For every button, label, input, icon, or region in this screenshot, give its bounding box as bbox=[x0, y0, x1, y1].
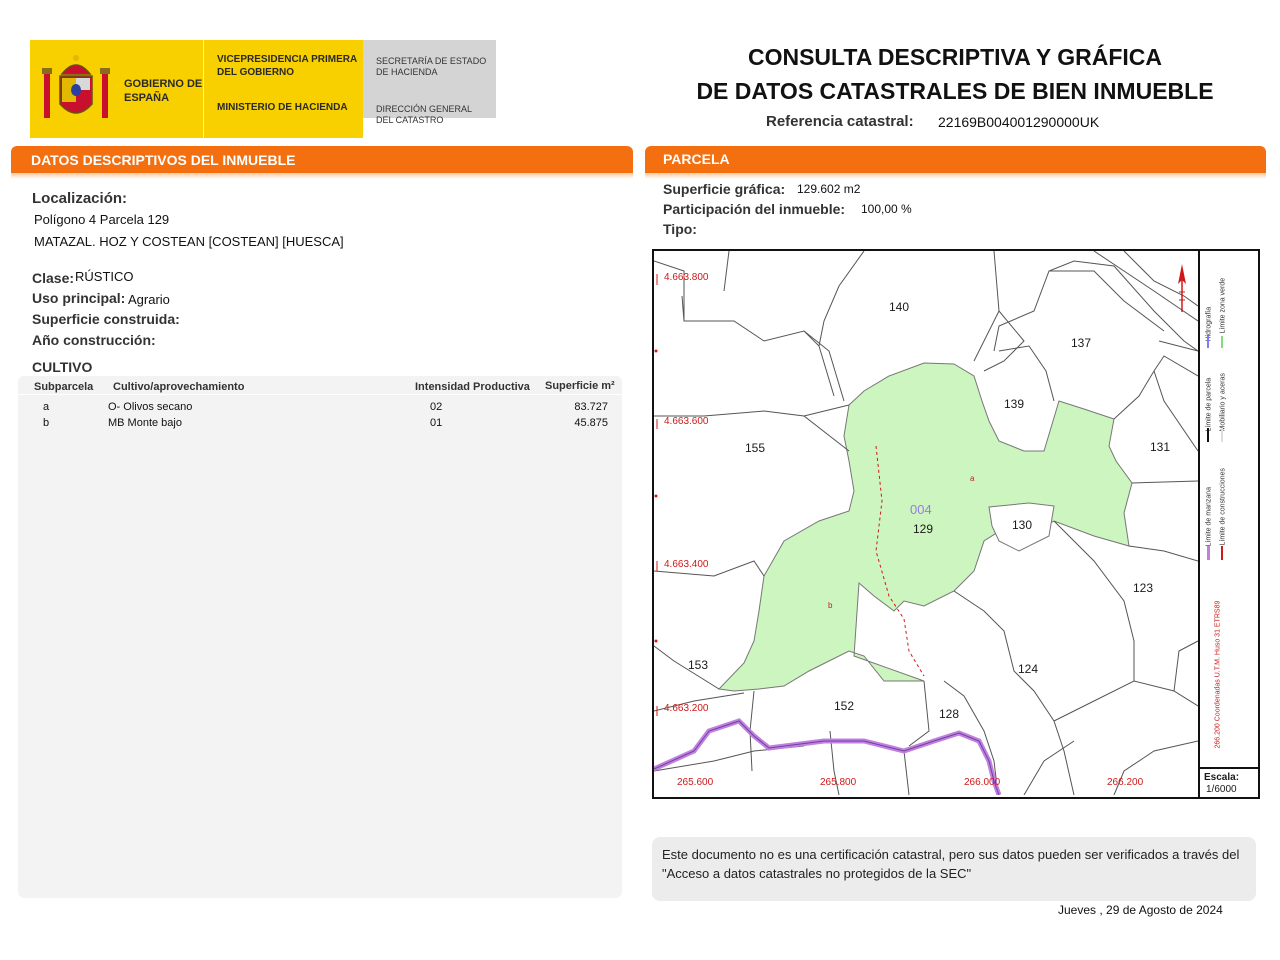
cultivo-header-divider bbox=[18, 394, 622, 395]
legend-hidrografia: Hidrografía bbox=[1205, 306, 1213, 342]
localizacion-line-2: MATAZAL. HOZ Y COSTEAN [COSTEAN] [HUESCA… bbox=[34, 234, 344, 249]
legend-zona-verde: Límite zona verde bbox=[1219, 277, 1227, 334]
descriptivos-title: DATOS DESCRIPTIVOS DEL INMUEBLE bbox=[31, 152, 296, 168]
coat-of-arms-icon bbox=[42, 55, 110, 118]
col-header-intensidad: Intensidad Productiva bbox=[415, 381, 530, 393]
cell-intensidad: 02 bbox=[430, 401, 443, 413]
ano-construccion-label: Año construcción: bbox=[32, 332, 156, 348]
poligono-label: 004 bbox=[910, 502, 932, 517]
title-line-1: CONSULTA DESCRIPTIVA Y GRÁFICA bbox=[747, 44, 1163, 70]
subparcel-b-label: b bbox=[828, 601, 833, 610]
cell-subparcela: b bbox=[43, 417, 50, 429]
map-legend: Hidrografía Límite de parcela Límite de … bbox=[1203, 256, 1255, 752]
cell-cultivo: MB Monte bajo bbox=[108, 417, 182, 429]
localizacion-line-1: Polígono 4 Parcela 129 bbox=[34, 212, 170, 227]
coord-y-3: 4.663.400 bbox=[664, 559, 709, 570]
localizacion-label: Localización: bbox=[32, 190, 128, 207]
cell-cultivo: O- Olivos secano bbox=[108, 401, 193, 413]
superficie-construida-label: Superficie construida: bbox=[32, 311, 180, 327]
parcel-label-124: 124 bbox=[1018, 662, 1039, 676]
direccion-label: DIRECCIÓN GENERAL DEL CATASTRO bbox=[376, 104, 472, 125]
clase-value: RÚSTICO bbox=[75, 269, 134, 284]
coord-y-2: 4.663.600 bbox=[664, 416, 709, 427]
ministerio-label: MINISTERIO DE HACIENDA bbox=[217, 102, 348, 113]
parcel-label-123: 123 bbox=[1133, 581, 1154, 595]
cell-intensidad: 01 bbox=[430, 417, 443, 429]
table-row: a O- Olivos secano 02 83.727 bbox=[18, 400, 622, 416]
parcela-header-shadow bbox=[645, 173, 1266, 179]
legend-mobiliario: Mobiliario y aceras bbox=[1219, 373, 1227, 432]
legend-coordenadas: 266.200 Coordenadas U.T.M. Huso 31 ETRS8… bbox=[1214, 600, 1222, 749]
legend-col-1: Hidrografía Límite de parcela Límite de … bbox=[1203, 256, 1215, 752]
parcel-label-137: 137 bbox=[1071, 336, 1092, 350]
uso-label: Uso principal: bbox=[32, 290, 126, 306]
legend-limite-manzana: Límite de manzana bbox=[1205, 486, 1213, 547]
gobierno-label: GOBIERNO DE ESPAÑA bbox=[124, 78, 203, 104]
legend-limite-parcela: Límite de parcela bbox=[1205, 377, 1213, 432]
participacion-label: Participación del inmueble: bbox=[663, 201, 846, 217]
parcel-label-155: 155 bbox=[745, 441, 766, 455]
parcel-label-153: 153 bbox=[688, 658, 709, 672]
disclaimer-text: Este documento no es una certificación c… bbox=[662, 847, 1240, 881]
parcel-label-152: 152 bbox=[834, 699, 855, 713]
parcel-label-140: 140 bbox=[889, 300, 910, 314]
legend-zona-verde-swatch bbox=[1221, 336, 1223, 348]
scale-label: Escala: bbox=[1204, 772, 1240, 783]
coord-x-1: 265.600 bbox=[677, 777, 714, 788]
vicepresidencia-label: VICEPRESIDENCIA PRIMERA DEL GOBIERNO bbox=[217, 54, 357, 78]
parcela-title: PARCELA bbox=[663, 151, 730, 167]
cell-subparcela: a bbox=[43, 401, 50, 413]
coord-y-1: 4.663.800 bbox=[664, 272, 709, 283]
cultivo-table bbox=[18, 376, 622, 898]
cultivo-title: CULTIVO bbox=[32, 359, 93, 375]
col-header-subparcela: Subparcela bbox=[34, 381, 94, 393]
subparcel-a-label: a bbox=[970, 474, 975, 483]
document-date: Jueves , 29 de Agosto de 2024 bbox=[1058, 903, 1223, 917]
parcela-header: PARCELA bbox=[645, 146, 1266, 173]
legend-manzana-swatch bbox=[1207, 546, 1210, 560]
legend-hidrografia-swatch bbox=[1207, 336, 1209, 348]
north-arrow-icon bbox=[1178, 264, 1186, 312]
superficie-grafica-value: 129.602 m2 bbox=[797, 182, 861, 196]
col-header-superficie: Superficie m² bbox=[545, 380, 615, 392]
tipo-label: Tipo: bbox=[663, 221, 697, 237]
legend-limite-construcciones: Límite de construcciones bbox=[1219, 468, 1227, 546]
coord-x-3: 266.000 bbox=[964, 777, 1001, 788]
coord-x-4: 266.200 bbox=[1107, 777, 1144, 788]
legend-mobiliario-swatch bbox=[1221, 428, 1223, 442]
legend-parcela-swatch bbox=[1207, 428, 1209, 442]
cell-superficie: 45.875 bbox=[574, 417, 608, 429]
title-line-2: DE DATOS CATASTRALES DE BIEN INMUEBLE bbox=[696, 78, 1214, 104]
col-header-cultivo: Cultivo/aprovechamiento bbox=[113, 381, 245, 393]
edge-dots bbox=[654, 349, 658, 643]
parcel-label-139: 139 bbox=[1004, 397, 1025, 411]
table-row: b MB Monte bajo 01 45.875 bbox=[18, 416, 622, 432]
parcel-label-130: 130 bbox=[1012, 518, 1033, 532]
descriptivos-header: DATOS DESCRIPTIVOS DEL INMUEBLE bbox=[11, 146, 633, 173]
page-title: CONSULTA DESCRIPTIVA Y GRÁFICA DE DATOS … bbox=[650, 40, 1260, 108]
scale-value: 1/6000 bbox=[1206, 784, 1237, 795]
legend-construcciones-swatch bbox=[1221, 546, 1223, 560]
cell-superficie: 83.727 bbox=[574, 401, 608, 413]
coord-y-4: 4.663.200 bbox=[664, 703, 709, 714]
ref-catastral-label: Referencia catastral: bbox=[766, 113, 914, 130]
participacion-value: 100,00 % bbox=[861, 202, 912, 216]
parcel-label-128: 128 bbox=[939, 707, 960, 721]
uso-value: Agrario bbox=[128, 292, 170, 307]
coord-x-2: 265.800 bbox=[820, 777, 857, 788]
legend-separator bbox=[1198, 251, 1200, 767]
secretaria-label: SECRETARÍA DE ESTADO DE HACIENDA bbox=[376, 56, 487, 77]
parcel-label-131: 131 bbox=[1150, 440, 1171, 454]
parcel-label-129: 129 bbox=[913, 522, 934, 536]
superficie-grafica-label: Superficie gráfica: bbox=[663, 181, 786, 197]
clase-label: Clase: bbox=[32, 270, 75, 286]
descriptivos-header-shadow bbox=[11, 173, 633, 179]
ref-catastral-value: 22169B004001290000UK bbox=[938, 114, 1100, 130]
